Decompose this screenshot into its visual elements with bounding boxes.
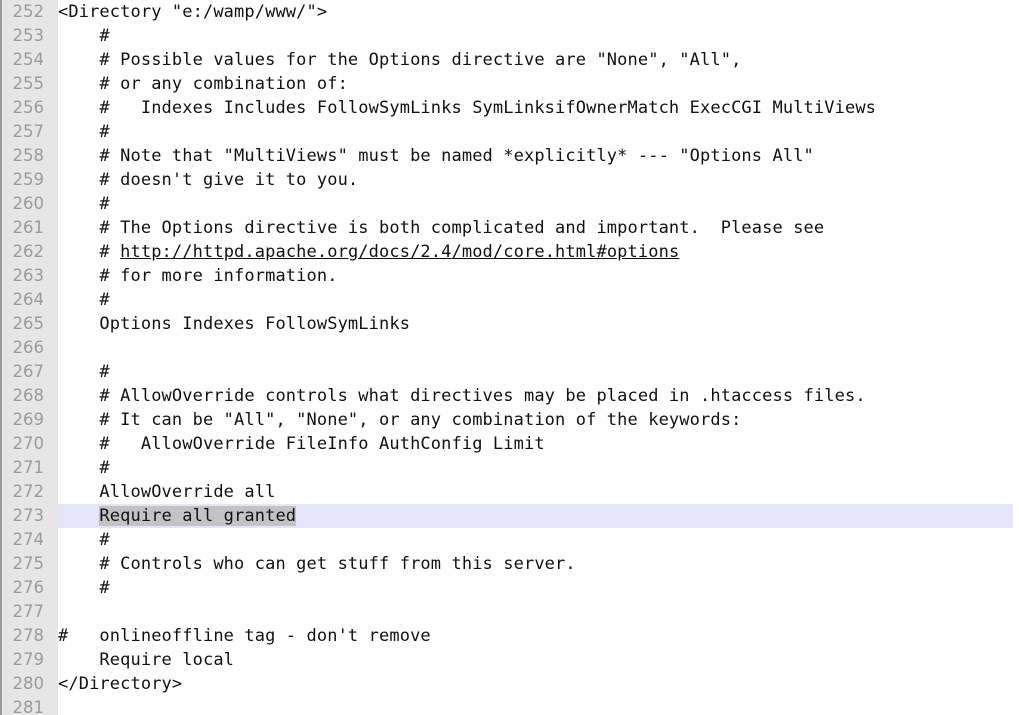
line-number: 259 xyxy=(12,170,45,189)
line-text: Require all granted xyxy=(58,504,297,528)
line-number: 262 xyxy=(12,242,45,261)
line-number: 253 xyxy=(12,26,45,45)
line-text: # Possible values for the Options direct… xyxy=(58,50,742,70)
line-text: # for more information. xyxy=(58,266,338,286)
line-number: 281 xyxy=(12,698,45,715)
line-number: 272 xyxy=(12,482,45,501)
code-line[interactable]: 281 xyxy=(0,696,1019,715)
code-line[interactable]: 258 # Note that "MultiViews" must be nam… xyxy=(0,144,1019,168)
line-text: # onlineoffline tag - don't remove xyxy=(58,626,431,646)
line-text: # AllowOverride FileInfo AuthConfig Limi… xyxy=(58,434,545,454)
line-text: </Directory> xyxy=(58,674,183,694)
code-line[interactable]: 270 # AllowOverride FileInfo AuthConfig … xyxy=(0,432,1019,456)
code-line[interactable]: 266 xyxy=(0,336,1019,360)
line-number: 254 xyxy=(12,50,45,69)
code-line[interactable]: 264 # xyxy=(0,288,1019,312)
code-line[interactable]: 276 # xyxy=(0,576,1019,600)
line-number: 269 xyxy=(12,410,45,429)
line-text: # http://httpd.apache.org/docs/2.4/mod/c… xyxy=(58,240,679,264)
code-line[interactable]: 253 # xyxy=(0,24,1019,48)
code-line[interactable]: 268 # AllowOverride controls what direct… xyxy=(0,384,1019,408)
line-text: Require local xyxy=(58,650,235,670)
line-text: # Note that "MultiViews" must be named *… xyxy=(58,146,814,166)
code-line[interactable]: 269 # It can be "All", "None", or any co… xyxy=(0,408,1019,432)
line-text: # xyxy=(58,530,110,550)
code-line[interactable]: 273 Require all granted xyxy=(0,504,1019,528)
documentation-link[interactable]: http://httpd.apache.org/docs/2.4/mod/cor… xyxy=(120,242,679,262)
line-text: # Controls who can get stuff from this s… xyxy=(58,554,576,574)
code-line[interactable]: 277 xyxy=(0,600,1019,624)
line-text: # xyxy=(58,458,110,478)
line-number: 276 xyxy=(12,578,45,597)
line-number: 257 xyxy=(12,122,45,141)
line-text: # xyxy=(58,122,110,142)
code-line[interactable]: 257 # xyxy=(0,120,1019,144)
line-number: 264 xyxy=(12,290,45,309)
code-line[interactable]: 279 Require local xyxy=(0,648,1019,672)
line-number: 268 xyxy=(12,386,45,405)
line-number: 267 xyxy=(12,362,45,381)
line-number: 279 xyxy=(12,650,45,669)
code-line[interactable]: 278 # onlineoffline tag - don't remove xyxy=(0,624,1019,648)
code-editor[interactable]: 252 <Directory "e:/wamp/www/"> 253 #254 # … xyxy=(0,0,1019,715)
line-number: 260 xyxy=(12,194,45,213)
line-text: # xyxy=(58,26,110,46)
code-line[interactable]: 267 # xyxy=(0,360,1019,384)
comment-prefix: # xyxy=(58,242,121,262)
code-line[interactable]: 255 # or any combination of: xyxy=(0,72,1019,96)
line-text: # xyxy=(58,290,110,310)
line-number: 258 xyxy=(12,146,45,165)
line-number: 261 xyxy=(12,218,45,237)
line-number: 271 xyxy=(12,458,45,477)
code-line[interactable]: 275 # Controls who can get stuff from th… xyxy=(0,552,1019,576)
line-number: 263 xyxy=(12,266,45,285)
line-number: 252 xyxy=(12,2,45,21)
code-line[interactable]: 260 # xyxy=(0,192,1019,216)
line-text: # It can be "All", "None", or any combin… xyxy=(58,410,742,430)
code-line[interactable]: 259 # doesn't give it to you. xyxy=(0,168,1019,192)
line-number: 265 xyxy=(12,314,45,333)
code-line[interactable]: 261 # The Options directive is both comp… xyxy=(0,216,1019,240)
line-text: # xyxy=(58,578,110,598)
line-text: # AllowOverride controls what directives… xyxy=(58,386,866,406)
line-text: AllowOverride all xyxy=(58,482,276,502)
line-number: 275 xyxy=(12,554,45,573)
code-line[interactable]: 256 # Indexes Includes FollowSymLinks Sy… xyxy=(0,96,1019,120)
code-line[interactable]: 263 # for more information. xyxy=(0,264,1019,288)
gutter-left-border xyxy=(0,0,2,715)
line-text: # xyxy=(58,194,110,214)
line-number: 270 xyxy=(12,434,45,453)
line-number: 274 xyxy=(12,530,45,549)
line-text: <Directory "e:/wamp/www/"> xyxy=(58,2,328,22)
line-text: # Indexes Includes FollowSymLinks SymLin… xyxy=(58,98,877,118)
line-text: # or any combination of: xyxy=(58,74,348,94)
code-line[interactable]: 252 <Directory "e:/wamp/www/"> xyxy=(0,0,1019,24)
code-line[interactable]: 265 Options Indexes FollowSymLinks xyxy=(0,312,1019,336)
line-text: Options Indexes FollowSymLinks xyxy=(58,314,411,334)
line-number: 278 xyxy=(12,626,45,645)
line-text: # The Options directive is both complica… xyxy=(58,218,825,238)
line-number: 280 xyxy=(12,674,45,693)
selected-text[interactable]: Require all granted xyxy=(99,506,297,526)
line-number: 255 xyxy=(12,74,45,93)
code-content-area[interactable]: 252 <Directory "e:/wamp/www/"> 253 #254 # … xyxy=(0,0,1019,715)
code-line[interactable]: 272 AllowOverride all xyxy=(0,480,1019,504)
code-line[interactable]: 262 # http://httpd.apache.org/docs/2.4/m… xyxy=(0,240,1019,264)
line-number: 256 xyxy=(12,98,45,117)
line-number: 266 xyxy=(12,338,45,357)
line-text: # doesn't give it to you. xyxy=(58,170,359,190)
code-line[interactable]: 271 # xyxy=(0,456,1019,480)
line-text: # xyxy=(58,362,110,382)
code-line[interactable]: 274 # xyxy=(0,528,1019,552)
line-number: 273 xyxy=(12,506,45,525)
code-line[interactable]: 254 # Possible values for the Options di… xyxy=(0,48,1019,72)
code-line[interactable]: 280 </Directory> xyxy=(0,672,1019,696)
line-number: 277 xyxy=(12,602,45,621)
